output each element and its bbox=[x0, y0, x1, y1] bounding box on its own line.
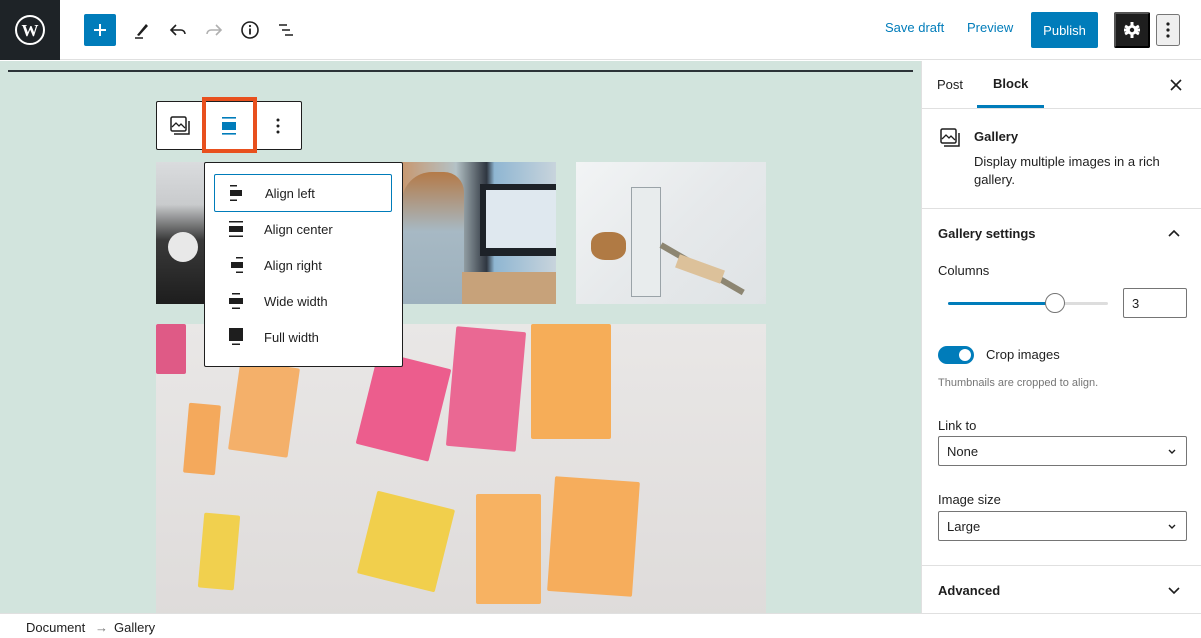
gallery-image-office-workers[interactable] bbox=[156, 162, 206, 304]
advanced-toggle[interactable]: Advanced bbox=[938, 583, 1000, 598]
editor-canvas[interactable]: Align left Align center Align right Wide… bbox=[0, 61, 921, 613]
toggle-knob bbox=[959, 349, 971, 361]
full-width-option[interactable]: Full width bbox=[214, 318, 392, 356]
gallery-icon bbox=[939, 127, 961, 154]
full-width-label: Full width bbox=[264, 329, 319, 345]
svg-text:W: W bbox=[22, 21, 39, 40]
image-size-value: Large bbox=[947, 518, 981, 534]
vertical-ellipsis-icon bbox=[276, 118, 280, 133]
gallery-icon bbox=[170, 115, 190, 135]
options-button[interactable] bbox=[1156, 14, 1180, 46]
align-center-icon bbox=[224, 217, 248, 241]
crop-images-label: Crop images bbox=[986, 347, 1060, 362]
details-button[interactable] bbox=[234, 14, 266, 46]
columns-slider[interactable] bbox=[948, 293, 1108, 313]
wide-width-label: Wide width bbox=[264, 293, 328, 309]
chevron-down-icon[interactable] bbox=[1166, 583, 1182, 599]
block-type-button[interactable] bbox=[163, 102, 197, 149]
vertical-ellipsis-icon bbox=[1166, 22, 1170, 38]
align-center-label: Align center bbox=[264, 221, 333, 237]
breadcrumb-document[interactable]: Document bbox=[26, 620, 85, 635]
link-to-label: Link to bbox=[938, 418, 977, 433]
block-card-description: Display multiple images in a rich galler… bbox=[974, 154, 1160, 187]
image-size-label: Image size bbox=[938, 492, 1001, 507]
list-view-icon bbox=[279, 24, 293, 36]
redo-icon bbox=[206, 24, 223, 36]
save-draft-button[interactable]: Save draft bbox=[885, 20, 944, 35]
wordpress-logo-icon[interactable]: W bbox=[0, 0, 60, 60]
undo-icon bbox=[169, 24, 186, 36]
block-options-button[interactable] bbox=[261, 102, 295, 149]
tools-button[interactable] bbox=[126, 14, 158, 46]
highlight-annotation bbox=[202, 97, 257, 153]
settings-button[interactable] bbox=[1114, 12, 1150, 48]
undo-button[interactable] bbox=[162, 14, 194, 46]
image-size-select[interactable]: Large bbox=[938, 511, 1187, 541]
info-icon bbox=[241, 21, 259, 39]
add-block-button[interactable] bbox=[84, 14, 116, 46]
align-menu: Align left Align center Align right Wide… bbox=[204, 162, 403, 367]
chevron-up-icon[interactable] bbox=[1166, 225, 1182, 241]
post-title-separator bbox=[8, 70, 913, 72]
tab-post[interactable]: Post bbox=[937, 61, 963, 108]
close-icon bbox=[1170, 79, 1182, 91]
columns-input[interactable] bbox=[1123, 288, 1187, 318]
block-toolbar bbox=[156, 97, 302, 153]
align-center-option[interactable]: Align center bbox=[214, 210, 392, 248]
align-right-icon bbox=[224, 253, 248, 277]
list-view-button[interactable] bbox=[270, 14, 302, 46]
chevron-down-icon bbox=[1166, 445, 1178, 460]
breadcrumb-gallery[interactable]: Gallery bbox=[114, 620, 155, 635]
tab-block[interactable]: Block bbox=[977, 61, 1045, 108]
gear-icon bbox=[1124, 22, 1140, 38]
block-card-title: Gallery bbox=[974, 129, 1019, 144]
breadcrumb-separator: → bbox=[95, 620, 108, 635]
gallery-image-woman-at-computer[interactable] bbox=[402, 162, 556, 304]
link-to-select[interactable]: None bbox=[938, 436, 1187, 466]
chevron-down-icon bbox=[1166, 520, 1178, 535]
columns-slider-thumb[interactable] bbox=[1044, 293, 1065, 313]
columns-label: Columns bbox=[938, 263, 990, 278]
align-left-label: Align left bbox=[265, 185, 315, 201]
align-full-icon bbox=[224, 325, 248, 349]
align-left-option[interactable]: Align left bbox=[214, 174, 392, 212]
close-sidebar-button[interactable] bbox=[1164, 73, 1188, 97]
editor-header: W Save draft Preview Publish bbox=[0, 0, 1201, 60]
align-wide-icon bbox=[224, 289, 248, 313]
divider bbox=[922, 108, 1201, 109]
columns-slider-fill bbox=[948, 302, 1055, 305]
align-right-option[interactable]: Align right bbox=[214, 246, 392, 284]
align-right-label: Align right bbox=[264, 257, 322, 273]
link-to-value: None bbox=[947, 443, 979, 459]
preview-button[interactable]: Preview bbox=[967, 20, 1013, 35]
crop-images-help: Thumbnails are cropped to align. bbox=[938, 377, 1099, 389]
block-breadcrumb-bar: Document → Gallery bbox=[0, 613, 1201, 638]
pencil-icon bbox=[135, 24, 148, 39]
wide-width-option[interactable]: Wide width bbox=[214, 282, 392, 320]
divider bbox=[922, 208, 1201, 209]
plus-icon bbox=[94, 24, 106, 36]
crop-images-toggle[interactable] bbox=[938, 346, 974, 364]
gallery-image-wireframe-sketch[interactable] bbox=[576, 162, 766, 304]
align-left-icon bbox=[225, 181, 249, 205]
settings-sidebar: Post Block Gallery Display multiple imag… bbox=[921, 61, 1201, 614]
gallery-image-sticky-notes[interactable] bbox=[156, 324, 766, 613]
divider bbox=[922, 565, 1201, 566]
gallery-settings-toggle[interactable]: Gallery settings bbox=[938, 226, 1036, 241]
publish-button[interactable]: Publish bbox=[1031, 12, 1098, 48]
redo-button[interactable] bbox=[198, 14, 230, 46]
